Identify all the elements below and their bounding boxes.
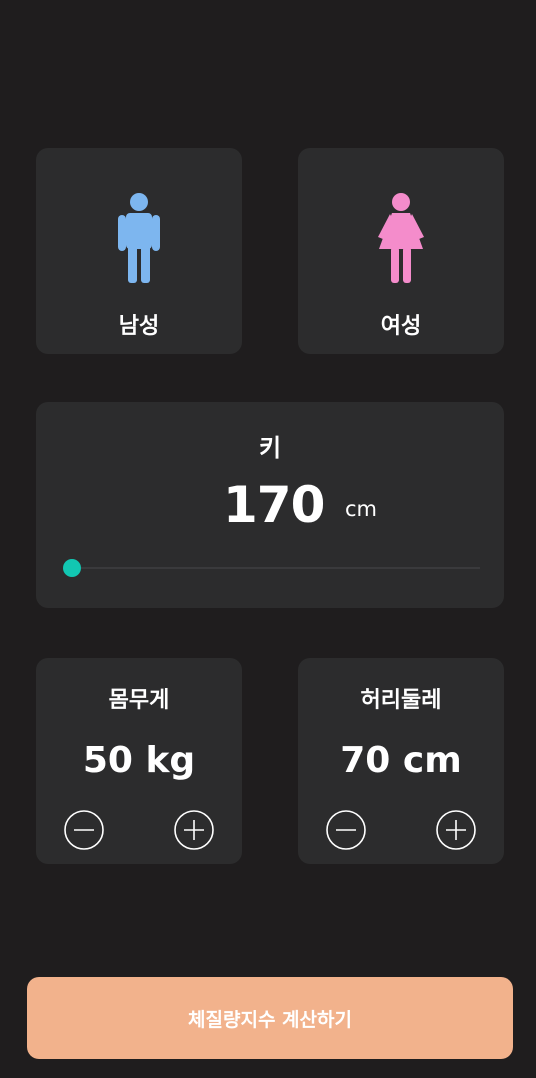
- weight-card: 몸무게 50 kg: [36, 658, 242, 864]
- height-value: 170: [223, 476, 325, 534]
- plus-circle-icon: [436, 810, 476, 850]
- weight-increase-button[interactable]: [173, 809, 215, 851]
- weight-label: 몸무게: [108, 688, 170, 713]
- height-slider[interactable]: [63, 559, 480, 577]
- height-unit: cm: [345, 497, 378, 521]
- female-gender-card[interactable]: 여성: [298, 148, 504, 354]
- female-person-icon: [378, 193, 424, 283]
- female-label: 여성: [380, 314, 422, 339]
- male-person-icon: [118, 193, 160, 283]
- minus-circle-icon: [326, 810, 366, 850]
- height-card: 키 170 cm: [36, 402, 504, 608]
- height-slider-thumb[interactable]: [63, 559, 81, 577]
- male-gender-card[interactable]: 남성: [36, 148, 242, 354]
- weight-value: 50 kg: [82, 740, 196, 781]
- minus-circle-icon: [64, 810, 104, 850]
- waist-card: 허리둘레 70 cm: [298, 658, 504, 864]
- waist-label: 허리둘레: [360, 688, 442, 713]
- waist-decrease-button[interactable]: [325, 809, 367, 851]
- waist-value: 70 cm: [340, 740, 462, 781]
- weight-decrease-button[interactable]: [63, 809, 105, 851]
- height-label: 키: [258, 434, 282, 462]
- calculate-bmi-button[interactable]: 체질량지수 계산하기: [27, 977, 513, 1059]
- plus-circle-icon: [174, 810, 214, 850]
- waist-increase-button[interactable]: [435, 809, 477, 851]
- male-label: 남성: [118, 314, 160, 339]
